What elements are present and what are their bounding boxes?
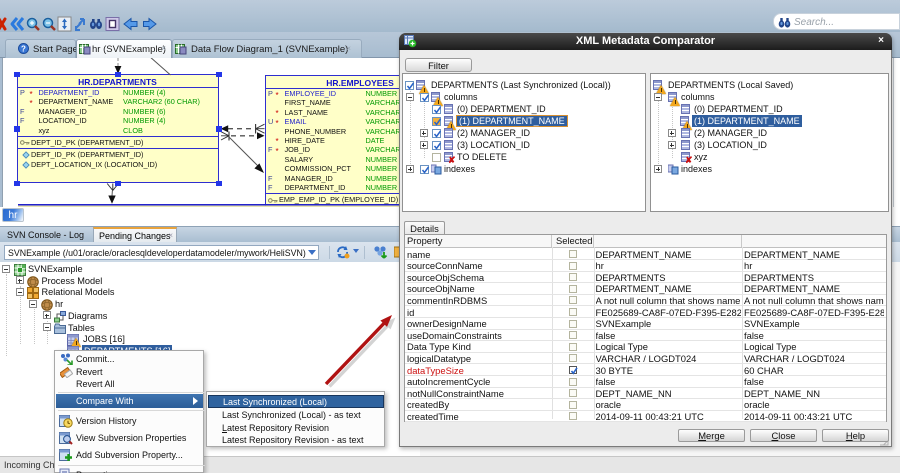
- svg-text:?: ?: [21, 45, 26, 54]
